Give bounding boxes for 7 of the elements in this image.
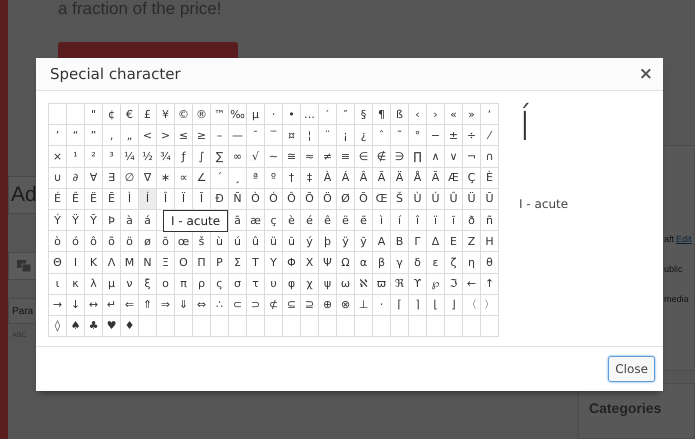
- tooltip: I - acute: [163, 210, 228, 232]
- preview-name: I - acute: [519, 197, 568, 211]
- status-text: aft: [664, 234, 674, 244]
- dialog-title: Special character: [50, 65, 181, 83]
- media-text: media: [664, 294, 690, 304]
- preview-character: Í: [519, 105, 532, 149]
- visibility-text: ublic: [664, 264, 684, 274]
